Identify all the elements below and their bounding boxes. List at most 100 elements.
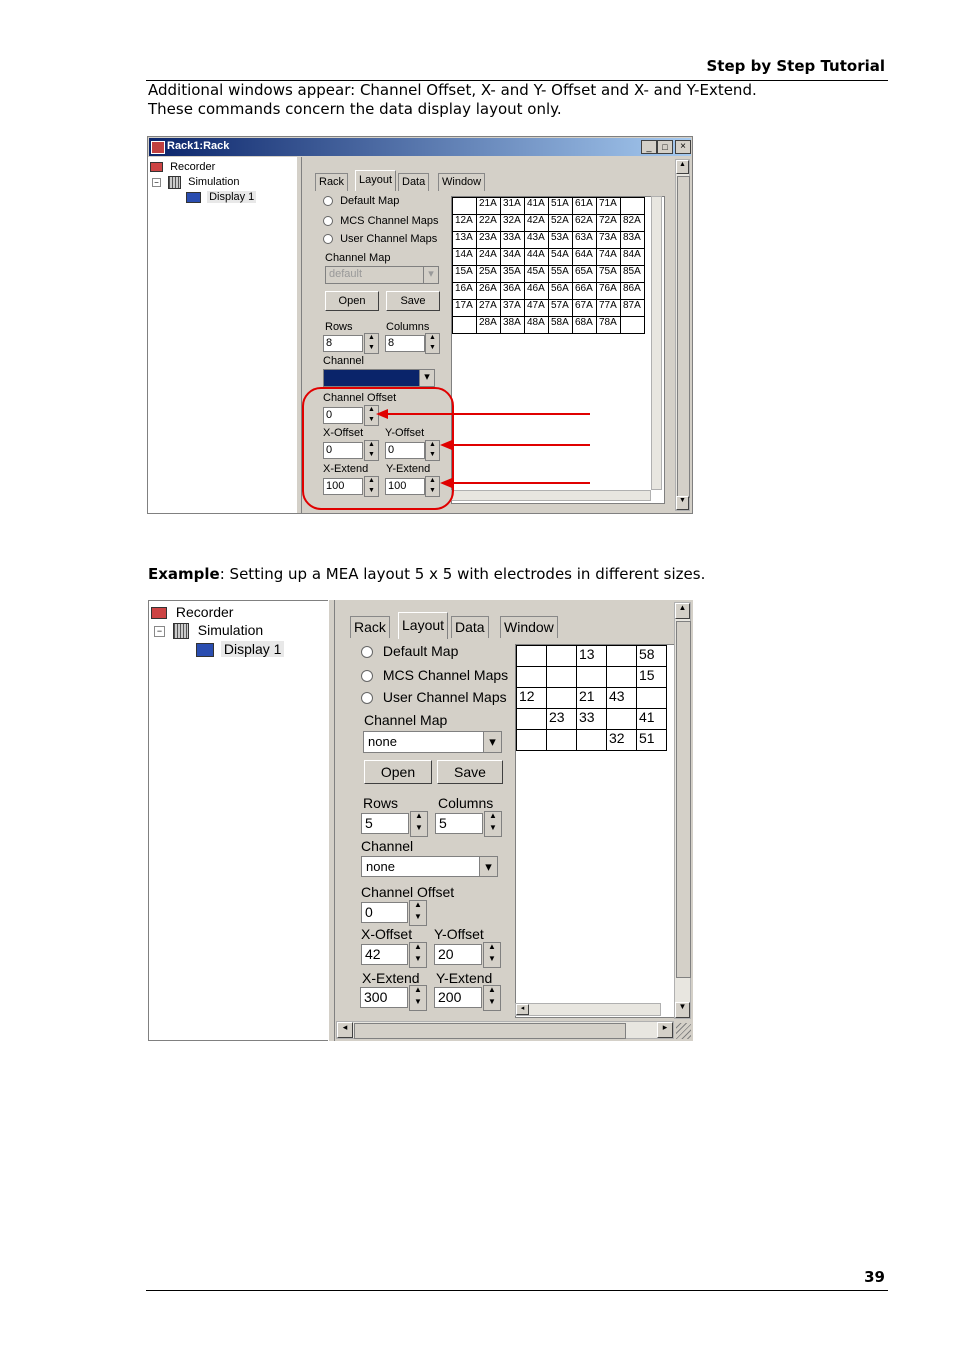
grid-cell: 32 [606,729,637,751]
tab-layout[interactable]: Layout [398,612,449,639]
x-offset-input[interactable]: 42 [361,944,408,965]
radio-dot-icon [361,692,373,705]
open-button[interactable]: Open [364,760,432,784]
grid-cell [516,666,547,688]
panel-vertical-scrollbar[interactable]: ▲ ▼ [674,602,691,1019]
channel-offset-label: Channel Offset [361,884,455,900]
channel-offset-stepper[interactable]: ▲ ▼ [409,900,427,926]
tab-rack[interactable]: Rack [350,616,390,638]
scroll-left-icon[interactable]: ◂ [516,1004,529,1015]
grid-horizontal-scrollbar[interactable]: ◂ [515,1003,661,1016]
grid-cell: 23 [546,708,577,730]
x-extend-input[interactable]: 300 [360,987,408,1008]
grid-cell: 21 [576,687,607,709]
radio-mcs-channel-maps[interactable]: MCS Channel Maps [361,667,508,683]
channel-map-label: Channel Map [364,712,448,728]
rows-label: Rows [363,795,399,811]
grid-cell: 13 [576,645,607,667]
down-arrow-icon[interactable]: ▼ [485,824,501,836]
collapse-icon[interactable]: − [154,625,165,637]
grid-cell [636,687,667,709]
radio-dot-icon [361,646,373,659]
recorder-icon [151,607,167,620]
grid-cell [576,666,607,688]
grid-cell [516,708,547,730]
chevron-down-icon[interactable]: ▾ [483,732,501,752]
down-arrow-icon[interactable]: ▼ [484,998,500,1010]
grid-row: 15 [516,666,667,688]
down-arrow-icon[interactable]: ▼ [410,955,426,967]
tree-pane: Recorder − Simulation Display 1 [148,600,329,1041]
tree-label: Simulation [197,622,264,638]
running-header: Step by Step Tutorial [706,57,886,75]
radio-label: User Channel Maps [382,689,507,705]
down-arrow-icon[interactable]: ▼ [411,824,427,836]
radio-dot-icon [361,670,373,683]
dropdown-value: none [368,734,397,749]
dropdown-value: none [366,859,395,874]
save-button[interactable]: Save [437,760,503,784]
simulation-icon [172,623,189,640]
rows-input[interactable]: 5 [361,813,409,834]
rack-window-2: Recorder − Simulation Display 1 Rack Lay… [148,600,693,1041]
grid-cell [546,729,577,751]
channel-label: Channel [361,838,414,854]
footer-rule [146,1290,888,1291]
x-offset-stepper[interactable]: ▲ ▼ [409,942,427,968]
example-caption: Example: Setting up a MEA layout 5 x 5 w… [148,565,705,584]
grid-cell [516,729,547,751]
rows-stepper[interactable]: ▲ ▼ [410,811,428,837]
channel-offset-input[interactable]: 0 [361,902,408,923]
grid-cell: 43 [606,687,637,709]
tree-item-simulation[interactable]: − Simulation [154,622,264,640]
y-extend-label: Y-Extend [436,970,493,986]
scroll-right-icon[interactable]: ▸ [657,1022,673,1038]
grid-row: 23 33 41 [516,708,667,730]
y-offset-input[interactable]: 20 [434,944,482,965]
down-arrow-icon[interactable]: ▼ [410,913,426,925]
scroll-up-icon[interactable]: ▲ [675,603,690,619]
x-extend-stepper[interactable]: ▲ ▼ [409,985,427,1011]
tab-window[interactable]: Window [500,616,558,638]
radio-label: MCS Channel Maps [382,667,509,683]
chevron-down-icon[interactable]: ▾ [479,857,497,876]
scroll-thumb[interactable] [354,1023,626,1039]
grid-cell [606,708,637,730]
panel-horizontal-scrollbar[interactable]: ◂ ▸ [336,1021,674,1039]
x-offset-label: X-Offset [361,926,413,942]
tab-data[interactable]: Data [451,616,489,638]
down-arrow-icon[interactable]: ▼ [484,955,500,967]
tab-strip: Rack Layout Data Window [348,612,678,639]
grid-cell [546,666,577,688]
grid-cell: 12 [516,687,547,709]
x-extend-label: X-Extend [362,970,420,986]
radio-default-map[interactable]: Default Map [361,643,458,659]
display-icon [196,643,214,658]
example-rest: : Setting up a MEA layout 5 x 5 with ele… [219,565,706,583]
scroll-left-icon[interactable]: ◂ [337,1022,353,1038]
channel-dropdown[interactable]: none ▾ [361,856,498,877]
scroll-down-icon[interactable]: ▼ [675,1002,690,1018]
intro-line-1: Additional windows appear: Channel Offse… [148,81,757,99]
grid-cell: 33 [576,708,607,730]
rack-window-1: Rack1:Rack _ □ × Recorder − Simulation D… [147,136,693,514]
grid-cell: 58 [636,645,667,667]
down-arrow-icon[interactable]: ▼ [410,998,426,1010]
tree-item-recorder[interactable]: Recorder [151,604,233,620]
tree-label: Recorder [175,604,234,620]
y-extend-stepper[interactable]: ▲ ▼ [483,985,501,1011]
columns-input[interactable]: 5 [435,813,483,834]
y-extend-input[interactable]: 200 [434,987,482,1008]
grid-row: 13 58 [516,645,667,667]
radio-user-channel-maps[interactable]: User Channel Maps [361,689,507,705]
annotation-overlay [302,387,590,510]
columns-stepper[interactable]: ▲ ▼ [484,811,502,837]
splitter[interactable] [328,600,335,1041]
scroll-thumb[interactable] [676,621,691,978]
resize-grip-icon[interactable] [676,1023,691,1039]
arrowhead-1 [376,409,388,419]
channel-map-dropdown[interactable]: none ▾ [363,731,502,753]
tree-item-display[interactable]: Display 1 [196,641,285,658]
y-offset-stepper[interactable]: ▲ ▼ [483,942,501,968]
grid-row: 32 51 [516,729,667,751]
